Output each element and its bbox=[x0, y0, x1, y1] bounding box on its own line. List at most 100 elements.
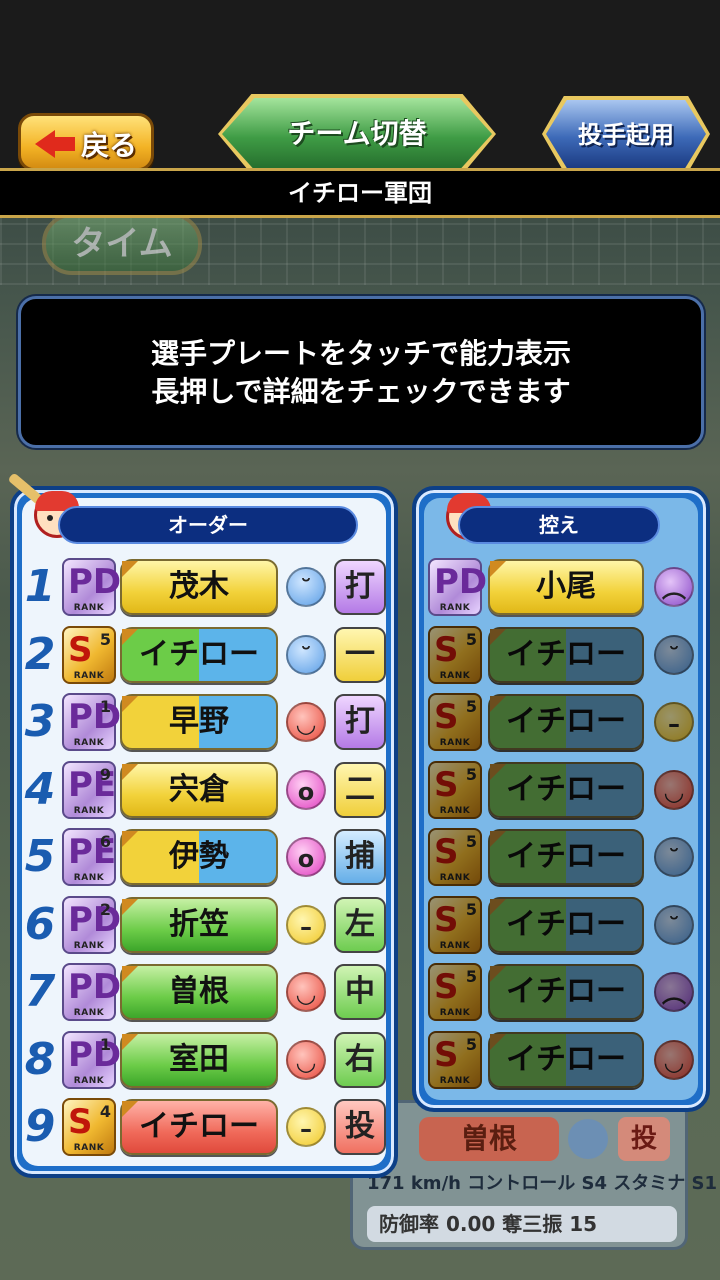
condition-face-icon: – bbox=[654, 702, 694, 742]
rank-text: RANK bbox=[439, 1008, 471, 1018]
bench-row[interactable]: S 5 RANK イチロー ˘ bbox=[0, 894, 720, 956]
rank-level: 5 bbox=[465, 697, 477, 716]
bench-row[interactable]: S 5 RANK イチロー ˘ bbox=[0, 826, 720, 888]
plate-corner-tag bbox=[490, 561, 506, 577]
team-name-bar: イチロー軍団 bbox=[0, 168, 720, 218]
instruction-line-1: 選手プレートをタッチで能力表示 bbox=[150, 337, 571, 370]
rank-level: 5 bbox=[465, 967, 477, 986]
bench-rank-badge: S 5 RANK bbox=[428, 963, 482, 1021]
rank-level: 5 bbox=[465, 832, 477, 851]
rank-text: RANK bbox=[439, 805, 471, 816]
bench-row[interactable]: S 5 RANK イチロー ◡ bbox=[0, 1029, 720, 1091]
rank-text: RANK bbox=[439, 1075, 471, 1086]
condition-face-icon: ◡ bbox=[654, 769, 694, 810]
time-button-background: タイム bbox=[42, 213, 202, 275]
player-name: イチロー bbox=[506, 636, 626, 672]
bench-rank-badge: S 5 RANK bbox=[428, 693, 482, 751]
team-name: イチロー軍団 bbox=[288, 179, 432, 207]
bench-rank-badge: S 5 RANK bbox=[428, 625, 482, 684]
order-rank-badge: S 4 RANK bbox=[62, 1098, 116, 1156]
background-player-card: 曽根 投 171 km/h コントロール S4 スタミナ S1 防御率 0.00… bbox=[350, 1100, 717, 1250]
rank-text: RANK bbox=[439, 738, 471, 748]
condition-face-icon: ︵ bbox=[654, 972, 694, 1012]
plate-corner-tag bbox=[122, 1101, 138, 1117]
condition-face-icon: ︵ bbox=[654, 567, 694, 607]
bench-rank-badge: S 5 RANK bbox=[428, 828, 482, 886]
rank-level: 5 bbox=[465, 764, 477, 784]
bench-row[interactable]: S 5 RANK イチロー ˘ bbox=[0, 624, 720, 686]
bench-player-plate[interactable]: イチロー bbox=[488, 626, 644, 683]
batting-order-number: 9 bbox=[24, 1101, 56, 1152]
player-name: イチロー bbox=[506, 771, 626, 807]
back-arrow-tail bbox=[53, 137, 75, 151]
player-name-plate[interactable]: イチロー bbox=[120, 1099, 278, 1155]
pitcher-usage-label: 投手起用 bbox=[578, 121, 674, 149]
order-row[interactable]: 9 S 4 RANK イチロー – 投 bbox=[0, 1096, 400, 1158]
rank-level: 5 bbox=[465, 629, 477, 649]
player-name: イチロー bbox=[139, 1109, 259, 1144]
condition-face-icon: ˘ bbox=[654, 634, 694, 675]
bench-player-plate[interactable]: イチロー bbox=[488, 964, 644, 1020]
rank-letter: PD bbox=[434, 562, 488, 602]
instruction-line-2: 長押しで詳細をチェックできます bbox=[151, 375, 571, 408]
rank-letter: S bbox=[68, 1102, 93, 1142]
time-label: タイム bbox=[71, 224, 173, 264]
ghost-position: 投 bbox=[618, 1117, 670, 1161]
pitcher-usage-button[interactable]: 投手起用 bbox=[546, 100, 706, 168]
instruction-message: 選手プレートをタッチで能力表示 長押しで詳細をチェックできます bbox=[18, 296, 704, 448]
ghost-face-icon bbox=[568, 1119, 608, 1159]
rank-text: RANK bbox=[439, 670, 471, 681]
bench-player-plate[interactable]: イチロー bbox=[488, 1031, 644, 1088]
condition-face-icon: ◡ bbox=[654, 1039, 694, 1080]
bench-rank-badge: S 5 RANK bbox=[428, 760, 482, 819]
bench-row[interactable]: S 5 RANK イチロー – bbox=[0, 691, 720, 753]
team-switch-button[interactable]: チーム切替 bbox=[222, 98, 492, 170]
player-name: イチロー bbox=[506, 1041, 626, 1077]
rank-text: RANK bbox=[439, 940, 471, 951]
bench-player-plate[interactable]: イチロー bbox=[488, 896, 644, 953]
ghost-player-name: 曽根 bbox=[419, 1117, 559, 1161]
bench-rank-badge: PD RANK bbox=[428, 558, 487, 616]
player-name: イチロー bbox=[506, 704, 626, 739]
bench-row[interactable]: PD RANK 小尾 ︵ bbox=[0, 556, 720, 618]
team-switch-label: チーム切替 bbox=[287, 117, 427, 150]
condition-face-icon: ˘ bbox=[654, 837, 694, 877]
plate-corner-tag bbox=[490, 831, 506, 847]
rank-letter: S bbox=[434, 899, 459, 940]
condition-face-icon: – bbox=[286, 1107, 326, 1147]
rank-letter: S bbox=[434, 967, 459, 1007]
plate-corner-tag bbox=[490, 966, 506, 982]
back-label: 戻る bbox=[81, 129, 138, 162]
rank-letter: S bbox=[434, 629, 459, 670]
bench-player-plate[interactable]: イチロー bbox=[488, 761, 644, 818]
rank-text: RANK bbox=[439, 873, 471, 883]
order-title: オーダー bbox=[58, 506, 358, 544]
position-badge[interactable]: 投 bbox=[334, 1099, 386, 1155]
bench-rank-badge: S 5 RANK bbox=[428, 895, 482, 954]
ghost-stats: 171 km/h コントロール S4 スタミナ S1 bbox=[367, 1173, 717, 1194]
bench-player-plate[interactable]: イチロー bbox=[488, 694, 644, 750]
ghost-era: 防御率 0.00 奪三振 15 bbox=[367, 1206, 677, 1242]
player-name: イチロー bbox=[506, 906, 626, 942]
bench-row[interactable]: S 5 RANK イチロー ︵ bbox=[0, 961, 720, 1023]
rank-level: 4 bbox=[99, 1102, 111, 1121]
bench-row[interactable]: S 5 RANK イチロー ◡ bbox=[0, 759, 720, 821]
back-button[interactable]: 戻る bbox=[18, 113, 154, 171]
bench-title: 控え bbox=[458, 506, 660, 544]
rank-letter: S bbox=[434, 764, 459, 805]
plate-corner-tag bbox=[490, 628, 506, 645]
rank-text: RANK bbox=[439, 603, 471, 613]
player-name: イチロー bbox=[506, 974, 626, 1009]
rank-level: 5 bbox=[465, 1034, 477, 1054]
player-name: イチロー bbox=[506, 839, 626, 874]
rank-letter: S bbox=[434, 1034, 459, 1075]
bench-player-plate[interactable]: 小尾 bbox=[488, 559, 644, 615]
condition-face-icon: ˘ bbox=[654, 904, 694, 945]
plate-corner-tag bbox=[490, 898, 506, 915]
plate-corner-tag bbox=[490, 696, 506, 712]
rank-letter: S bbox=[434, 832, 459, 872]
bench-player-plate[interactable]: イチロー bbox=[488, 829, 644, 885]
rank-letter: S bbox=[434, 697, 459, 737]
rank-text: RANK bbox=[73, 1143, 105, 1153]
player-name: 小尾 bbox=[536, 569, 596, 604]
